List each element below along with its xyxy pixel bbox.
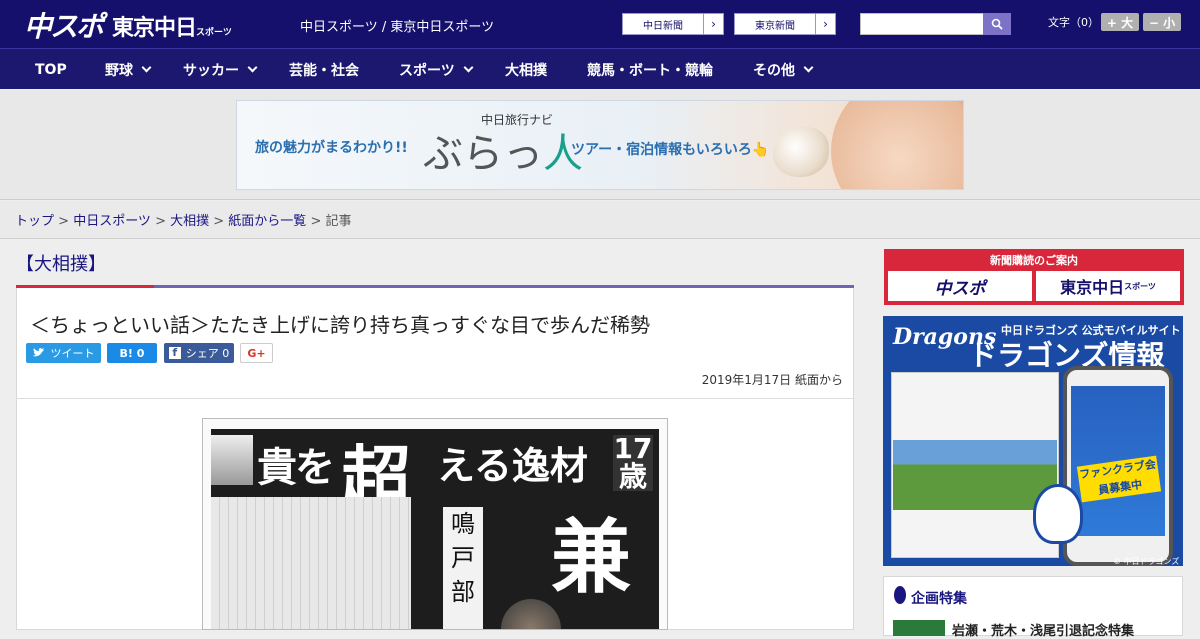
clipping-headline-c: える逸材 [437, 443, 588, 488]
banner-sub: ツアー・宿泊情報もいろいろ👆 [571, 142, 770, 158]
newspaper-clipping-image: 貴を 超 える逸材 17歳 鳴戸部 兼 [202, 418, 668, 630]
twitter-icon [32, 348, 44, 357]
nav-label: スポーツ [399, 62, 455, 79]
logo-tokyo-chunichi-text: 東京中日 [112, 16, 197, 41]
facebook-icon: f [168, 347, 181, 359]
chevron-right-icon: › [703, 14, 723, 34]
share-facebook-label: シェア 0 [185, 347, 230, 360]
banner-brand: ぶらっ人 [423, 121, 583, 179]
nav-racing[interactable]: 競馬・ボート・競輪 [587, 49, 713, 90]
breadcrumb-current: 記事 [325, 214, 352, 229]
font-smaller-button[interactable]: − 小 [1143, 13, 1181, 31]
share-facebook-button[interactable]: f シェア 0 [164, 343, 234, 363]
clipping-text-columns [211, 497, 411, 629]
chevron-down-icon [803, 62, 814, 73]
share-twitter-button[interactable]: ツイート [26, 343, 101, 363]
clipping-big-char: 兼 [551, 510, 631, 604]
logo-chunichi-sports[interactable]: 中スポ [24, 5, 104, 45]
chevron-down-icon [141, 62, 152, 73]
clipping-page: 貴を 超 える逸材 17歳 鳴戸部 兼 [211, 429, 659, 629]
chevron-right-icon: › [815, 14, 835, 34]
search-input[interactable] [860, 13, 984, 35]
nav-sumo[interactable]: 大相撲 [505, 49, 547, 90]
breadcrumb-sep: > [150, 214, 171, 229]
font-larger-button[interactable]: + 大 [1101, 13, 1139, 31]
subscription-logo-tokyo-chunichi-text: 東京中日 [1060, 278, 1125, 297]
search-icon [991, 18, 1003, 30]
feature-thumbnail[interactable] [893, 620, 945, 636]
nav-baseball[interactable]: 野球 [105, 49, 152, 90]
logo-tokyo-chunichi[interactable]: 東京中日スポーツ [112, 10, 232, 42]
tokyo-shimbun-label: 東京新聞 [755, 20, 795, 32]
nav-sports[interactable]: スポーツ [399, 49, 474, 90]
banner-brand-a: ぶらっ [423, 131, 543, 177]
model-photo [831, 101, 963, 189]
header-bar: 中スポ 東京中日スポーツ 中日スポーツ / 東京中日スポーツ 中日新聞 › 東京… [0, 0, 1200, 48]
subscription-logo-tokyo-chunichi-sub: スポーツ [1124, 281, 1156, 291]
share-gplus-button[interactable]: G+ [240, 343, 273, 363]
nav-label: その他 [753, 62, 795, 79]
breadcrumb-sumo[interactable]: 大相撲 [170, 214, 209, 229]
nav-label: TOP [35, 61, 67, 78]
share-twitter-label: ツイート [50, 347, 95, 360]
breadcrumb-sep: > [54, 214, 74, 229]
font-size-label: 文字（0） [1048, 16, 1099, 29]
nav-other[interactable]: その他 [753, 49, 814, 90]
clipping-headline-a: 貴を [257, 444, 335, 491]
clipping-column-title: 鳴戸部 [443, 507, 483, 629]
article-headline: ＜ちょっといい話＞たたき上げに誇り持ち真っすぐな目で歩んだ稀勢 [30, 313, 650, 337]
subscription-logo-chusupo[interactable]: 中スポ [888, 271, 1032, 301]
nav-label: 芸能・社会 [289, 62, 359, 79]
section-title: 【大相撲】 [16, 254, 106, 275]
dragons-ad-banner[interactable]: Dragons 中日ドラゴンズ 公式モバイルサイト ドラゴンズ情報 ファンクラブ… [883, 316, 1183, 566]
search-button[interactable] [983, 13, 1011, 35]
banner-lead: 旅の魅力がまるわかり!! [255, 140, 408, 156]
subscription-caption: 新聞購読のご案内 [990, 254, 1078, 267]
site-name[interactable]: 中日スポーツ / 東京中日スポーツ [300, 16, 494, 35]
subscription-logo-tokyo-chunichi[interactable]: 東京中日 スポーツ [1036, 271, 1180, 301]
clipping-age: 17歳 [613, 432, 653, 493]
main-nav: TOP 野球 サッカー 芸能・社会 スポーツ 大相撲 競馬・ボート・競輪 その他 [0, 48, 1200, 89]
breadcrumb-list[interactable]: 紙面から一覧 [228, 214, 306, 229]
nav-label: 大相撲 [505, 62, 547, 79]
feature-title: 企画特集 [911, 591, 967, 607]
ribbon-icon [894, 586, 906, 604]
nav-label: 野球 [105, 62, 133, 79]
dragons-copyright: © 中日ドラゴンズ [1113, 557, 1180, 566]
chevron-down-icon [463, 62, 474, 73]
dragons-field-graphic [893, 440, 1057, 510]
seashell-image [773, 127, 829, 177]
logo-tokyo-chunichi-sub: スポーツ [196, 28, 232, 38]
section-divider-accent [16, 285, 154, 288]
breadcrumb-sep: > [306, 214, 326, 229]
travel-ad-banner[interactable]: 旅の魅力がまるわかり!! 中日旅行ナビ ぶらっ人 ツアー・宿泊情報もいろいろ👆 [236, 100, 964, 190]
breadcrumb-sep: > [209, 214, 229, 229]
nav-entertainment[interactable]: 芸能・社会 [289, 49, 359, 90]
nav-top[interactable]: TOP [35, 49, 67, 90]
clipping-portrait [211, 435, 253, 485]
nav-soccer[interactable]: サッカー [183, 49, 258, 90]
breadcrumb-sports[interactable]: 中日スポーツ [73, 214, 151, 229]
nav-label: サッカー [183, 62, 239, 79]
article-date: 2019年1月17日 紙面から [701, 373, 843, 387]
dragons-mascot [1033, 484, 1083, 544]
nav-label: 競馬・ボート・競輪 [587, 62, 713, 79]
breadcrumb-top[interactable]: トップ [15, 214, 54, 229]
breadcrumb: トップ > 中日スポーツ > 大相撲 > 紙面から一覧 > 記事 [0, 201, 1200, 239]
tokyo-shimbun-link[interactable]: 東京新聞 › [734, 13, 836, 35]
chunichi-shimbun-link[interactable]: 中日新聞 › [622, 13, 724, 35]
share-hatena-button[interactable]: B! 0 [107, 343, 157, 363]
chunichi-shimbun-label: 中日新聞 [643, 20, 683, 32]
chevron-down-icon [247, 62, 258, 73]
article-divider [16, 398, 854, 399]
